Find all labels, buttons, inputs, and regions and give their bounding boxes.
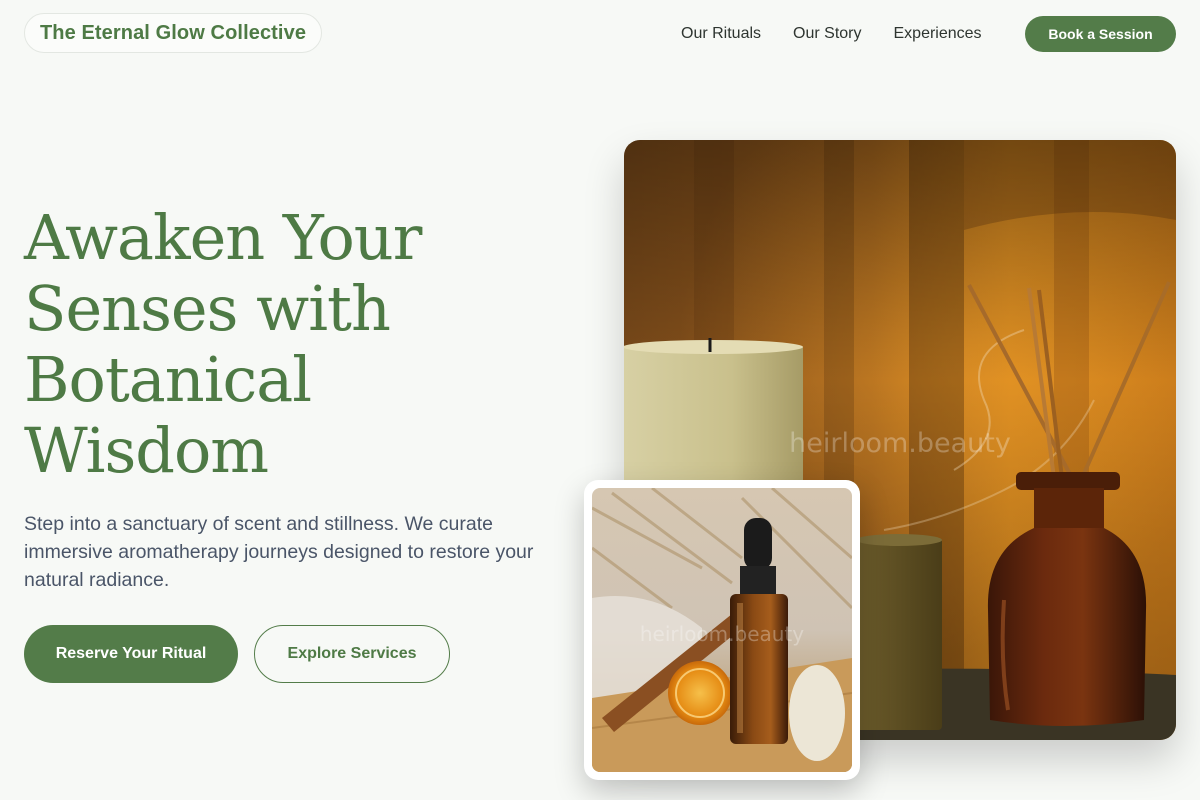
card-image-watermark: heirloom.beauty bbox=[640, 622, 804, 646]
brand-name: The Eternal Glow Collective bbox=[39, 21, 307, 44]
explore-services-button[interactable]: Explore Services bbox=[254, 625, 450, 683]
nav-link-our-story[interactable]: Our Story bbox=[793, 23, 861, 45]
hero-title-line-3: Botanical bbox=[24, 343, 312, 416]
nav-link-experiences[interactable]: Experiences bbox=[894, 23, 982, 45]
secondary-image-card: heirloom.beauty bbox=[584, 480, 860, 780]
reserve-ritual-button[interactable]: Reserve Your Ritual bbox=[24, 625, 238, 683]
nav-link-our-rituals[interactable]: Our Rituals bbox=[681, 23, 761, 45]
main-nav: Our Rituals Our Story Experiences bbox=[681, 23, 1014, 45]
hero-title-line-4: Wisdom bbox=[24, 414, 269, 487]
hero-subtitle: Step into a sanctuary of scent and still… bbox=[24, 513, 534, 591]
brand-logo[interactable]: The Eternal Glow Collective bbox=[24, 13, 322, 53]
hero-title-line-1: Awaken Your bbox=[24, 201, 422, 274]
dropper-bottle-image: heirloom.beauty bbox=[592, 488, 852, 772]
main-image-watermark: heirloom.beauty bbox=[789, 428, 1011, 459]
hero-title: Awaken Your Senses with Botanical Wisdom bbox=[24, 202, 544, 486]
book-session-button[interactable]: Book a Session bbox=[1025, 16, 1176, 52]
hero-title-line-2: Senses with bbox=[24, 272, 391, 345]
